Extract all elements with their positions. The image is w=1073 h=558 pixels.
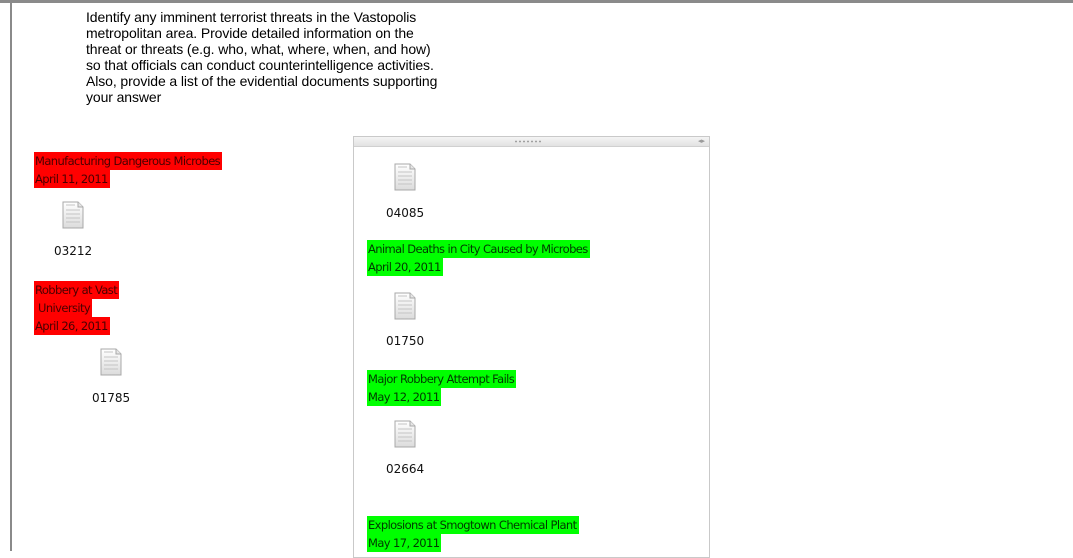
note-date: May 12, 2011: [367, 388, 442, 406]
document-icon: [100, 348, 122, 376]
note-date: May 17, 2011: [367, 534, 442, 552]
document-01750[interactable]: [394, 292, 474, 320]
note-date: April 11, 2011: [34, 170, 110, 188]
note-title: Explosions at Smogtown Chemical Plant: [367, 516, 579, 534]
grip-icon[interactable]: [514, 140, 542, 143]
note-title-cont: University: [34, 299, 93, 317]
resize-arrows-icon[interactable]: ◂▸: [698, 137, 705, 146]
document-icon: [394, 163, 416, 191]
document-label: 01750: [386, 334, 425, 348]
task-line: metropolitan area. Provide detailed info…: [86, 25, 414, 41]
note-major-robbery[interactable]: Major Robbery Attempt Fails May 12, 2011: [367, 370, 517, 406]
note-animal-deaths[interactable]: Animal Deaths in City Caused by Microbes…: [367, 240, 590, 276]
document-03212[interactable]: [62, 201, 142, 229]
note-robbery-vast-university[interactable]: Robbery at Vast University April 26, 201…: [34, 281, 120, 335]
note-smogtown-explosions[interactable]: Explosions at Smogtown Chemical Plant Ma…: [367, 516, 579, 552]
document-icon: [394, 420, 416, 448]
task-line: Identify any imminent terrorist threats …: [86, 9, 417, 25]
note-microbes-manufacturing[interactable]: Manufacturing Dangerous Microbes April 1…: [34, 152, 223, 188]
note-title: Major Robbery Attempt Fails: [367, 370, 517, 388]
note-date: April 20, 2011: [367, 258, 443, 276]
task-line: threat or threats (e.g. who, what, where…: [86, 41, 431, 57]
window-left-border: [10, 3, 12, 551]
task-line: Also, provide a list of the evidential d…: [86, 73, 438, 89]
note-date: April 26, 2011: [34, 317, 110, 335]
panel-title-bar[interactable]: ◂▸: [354, 137, 709, 147]
document-01785[interactable]: [100, 348, 180, 376]
note-title: Animal Deaths in City Caused by Microbes: [367, 240, 590, 258]
document-label: 02664: [386, 462, 425, 476]
note-title: Manufacturing Dangerous Microbes: [34, 152, 223, 170]
note-title: Robbery at Vast: [34, 281, 120, 299]
task-line: so that officials can conduct counterint…: [86, 57, 434, 73]
document-02664[interactable]: [394, 420, 474, 448]
task-line: your answer: [86, 89, 162, 105]
document-icon: [62, 201, 84, 229]
task-description: Identify any imminent terrorist threats …: [86, 9, 506, 105]
document-icon: [394, 292, 416, 320]
document-04085[interactable]: [394, 163, 474, 191]
window-top-border: [0, 0, 1073, 3]
document-label: 04085: [386, 206, 425, 220]
document-label: 03212: [54, 244, 93, 258]
document-label: 01785: [92, 391, 131, 405]
